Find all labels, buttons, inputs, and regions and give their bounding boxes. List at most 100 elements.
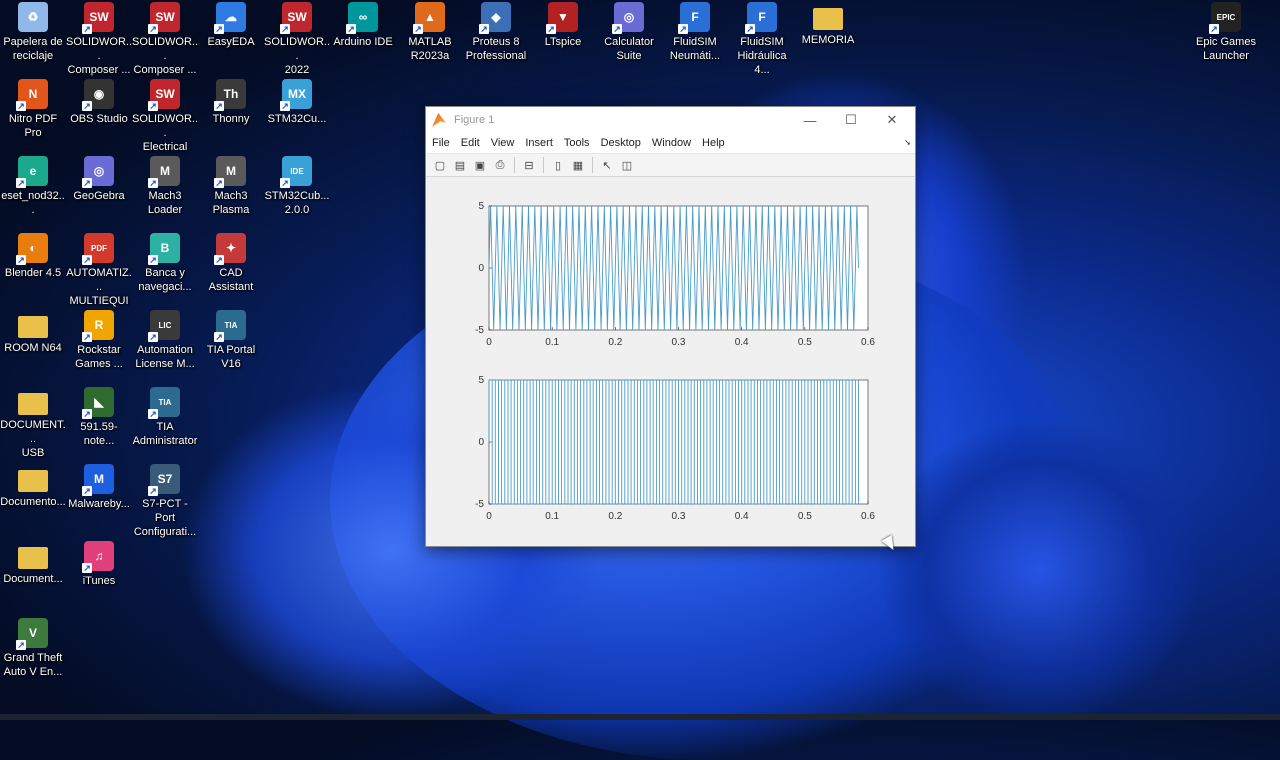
shortcut-arrow-icon: ↗ <box>280 101 290 111</box>
desktop-icon[interactable]: ☁ ↗ EasyEDA <box>198 2 264 49</box>
desktop-icon[interactable]: ∞ ↗ Arduino IDE <box>330 2 396 49</box>
minimize-button[interactable]: — <box>790 107 830 133</box>
desktop-icon[interactable]: ♻ Papelera de reciclaje <box>0 2 66 63</box>
window-title: Figure 1 <box>454 114 495 126</box>
open-file-icon[interactable]: ▤ <box>452 157 468 173</box>
gta-v-icon: V ↗ <box>16 618 48 650</box>
colorbar-icon[interactable]: ▯ <box>550 157 566 173</box>
window-titlebar[interactable]: Figure 1 — ☐ ✕ <box>426 107 915 133</box>
desktop-icon[interactable]: SW ↗ SOLIDWOR... 2022 <box>264 2 330 77</box>
mach3-plasma-icon: M ↗ <box>214 156 246 188</box>
desktop-icon-label: EasyEDA <box>207 36 255 48</box>
shortcut-arrow-icon: ↗ <box>148 178 158 188</box>
desktop-icon[interactable]: SW ↗ SOLIDWOR... Composer ... <box>132 2 198 77</box>
desktop-icon[interactable]: N ↗ Nitro PDF Pro <box>0 79 66 140</box>
desktop-icon[interactable]: R ↗ Rockstar Games ... <box>66 310 132 371</box>
desktop-icon[interactable]: MEMORIA <box>795 2 861 47</box>
x-tick-label: 0.6 <box>861 337 875 348</box>
desktop-icon[interactable]: ◣ ↗ 591.59-note... <box>66 387 132 448</box>
toolbar-separator <box>543 157 544 173</box>
epic-games-icon: EPIC ↗ <box>1209 2 1241 34</box>
desktop-icon[interactable]: F ↗ FluidSIM Neumáti... <box>662 2 728 63</box>
desktop-icon[interactable]: ◎ ↗ Calculator Suite <box>596 2 662 63</box>
desktop-icon[interactable]: M ↗ Malwareby... <box>66 464 132 511</box>
print-icon[interactable]: ⎙ <box>492 157 508 173</box>
desktop-icon[interactable]: MX ↗ STM32Cu... <box>264 79 330 126</box>
desktop-icon[interactable]: S7 ↗ S7-PCT - Port Configurati... <box>132 464 198 539</box>
pdf-file-icon: PDF ↗ <box>82 233 114 265</box>
menu-desktop[interactable]: Desktop <box>601 137 641 149</box>
shortcut-arrow-icon: ↗ <box>745 24 755 34</box>
matlab-figure-window[interactable]: Figure 1 — ☐ ✕ File Edit View Insert Tools De… <box>425 106 916 547</box>
property-inspector-icon[interactable]: ◫ <box>619 157 635 173</box>
nitro-pdf-icon: N ↗ <box>16 79 48 111</box>
desktop-icon[interactable]: Documento... <box>0 464 66 509</box>
desktop-icon[interactable]: EPIC ↗ Epic Games Launcher <box>1193 2 1259 63</box>
shortcut-arrow-icon: ↗ <box>346 24 356 34</box>
desktop-icon[interactable]: M ↗ Mach3 Plasma <box>198 156 264 217</box>
desktop-icon[interactable]: M ↗ Mach3 Loader <box>132 156 198 217</box>
desktop-icon-label: Automation License M... <box>135 344 195 370</box>
desktop-icon[interactable]: PDF↗AUTOMATIZ... MULTIEQUIP... <box>66 233 132 322</box>
shortcut-arrow-icon: ↗ <box>214 101 224 111</box>
desktop-icon[interactable]: Document... <box>0 541 66 586</box>
desktop-icon[interactable]: TIA ↗ TIA Administrator <box>132 387 198 448</box>
nvidia-icon: ◣ ↗ <box>82 387 114 419</box>
desktop-icon[interactable]: ♫ ↗ iTunes <box>66 541 132 588</box>
menu-view[interactable]: View <box>491 137 515 149</box>
desktop-icon[interactable]: V ↗ Grand Theft Auto V En... <box>0 618 66 679</box>
menu-edit[interactable]: Edit <box>461 137 480 149</box>
desktop-icon[interactable]: ROOM N64 <box>0 310 66 355</box>
desktop-icon[interactable]: ▲ ↗ MATLAB R2023a <box>397 2 463 63</box>
desktop-icon[interactable]: ◎ ↗ GeoGebra <box>66 156 132 203</box>
fluidsim-icon: F ↗ <box>678 2 710 34</box>
x-tick-label: 0.1 <box>545 511 559 522</box>
desktop-icon[interactable]: SW ↗ SOLIDWOR... Electrical <box>132 79 198 154</box>
desktop-icon[interactable]: LIC ↗ Automation License M... <box>132 310 198 371</box>
x-tick-label: 0 <box>486 511 492 522</box>
desktop-icon-label: DOCUMENT... USB <box>0 419 66 459</box>
x-tick-label: 0.3 <box>672 337 686 348</box>
dock-arrow-icon[interactable]: ➘ <box>904 138 911 147</box>
desktop-icon[interactable]: SW ↗ SOLIDWOR... Composer ... <box>66 2 132 77</box>
figure-canvas[interactable]: 0 0.1 0.2 0.3 0.4 0.5 0.6 5 0 -5 0 0.1 0.2 0.3 0.4 0.5 0… <box>426 177 915 546</box>
desktop-icon[interactable]: ✦ ↗ CAD Assistant <box>198 233 264 294</box>
desktop-icon-label: STM32Cu... <box>267 113 327 125</box>
shortcut-arrow-icon: ↗ <box>678 24 688 34</box>
shortcut-arrow-icon: ↗ <box>82 486 92 496</box>
link-plot-icon[interactable]: ⊟ <box>521 157 537 173</box>
desktop-icon[interactable]: ▼ ↗ LTspice <box>530 2 596 49</box>
shortcut-arrow-icon: ↗ <box>546 24 556 34</box>
pointer-icon[interactable]: ↖ <box>599 157 615 173</box>
banking-browser-icon: B ↗ <box>148 233 180 265</box>
desktop-icon[interactable]: TIA ↗ TIA Portal V16 <box>198 310 264 371</box>
desktop-icon[interactable]: Th ↗ Thonny <box>198 79 264 126</box>
desktop-icon[interactable]: B ↗ Banca y navegaci... <box>132 233 198 294</box>
desktop-icon-label: TIA Administrator <box>132 421 198 447</box>
desktop-icon[interactable]: ◉ ↗ OBS Studio <box>66 79 132 126</box>
save-icon[interactable]: ▣ <box>472 157 488 173</box>
desktop-icon[interactable]: DOCUMENT... USB <box>0 387 66 460</box>
tia-admin-icon: TIA ↗ <box>148 387 180 419</box>
menu-insert[interactable]: Insert <box>525 137 553 149</box>
legend-icon[interactable]: ▦ <box>570 157 586 173</box>
menu-tools[interactable]: Tools <box>564 137 590 149</box>
y-tick-label: 0 <box>478 263 484 274</box>
close-button[interactable]: ✕ <box>872 107 912 133</box>
desktop-icon[interactable]: IDE ↗ STM32Cub... 2.0.0 <box>264 156 330 217</box>
desktop-icon[interactable]: ◐ ↗ Blender 4.5 <box>0 233 66 280</box>
maximize-button[interactable]: ☐ <box>831 107 871 133</box>
menu-help[interactable]: Help <box>702 137 725 149</box>
cad-assistant-icon: ✦ ↗ <box>214 233 246 265</box>
new-figure-icon[interactable]: ▢ <box>432 157 448 173</box>
desktop-icon[interactable]: F ↗ FluidSIM Hidráulica 4... <box>729 2 795 77</box>
menu-window[interactable]: Window <box>652 137 691 149</box>
automation-license-icon: LIC ↗ <box>148 310 180 342</box>
x-tick-label: 0 <box>486 337 492 348</box>
desktop-icon-label: TIA Portal V16 <box>206 344 256 370</box>
desktop-icon[interactable]: e ↗ eset_nod32... <box>0 156 66 217</box>
solidworks-composer-icon: SW ↗ <box>82 2 114 34</box>
menu-file[interactable]: File <box>432 137 450 149</box>
desktop-icon[interactable]: ◆ ↗ Proteus 8 Professional <box>463 2 529 63</box>
y-tick-label: -5 <box>475 325 484 336</box>
